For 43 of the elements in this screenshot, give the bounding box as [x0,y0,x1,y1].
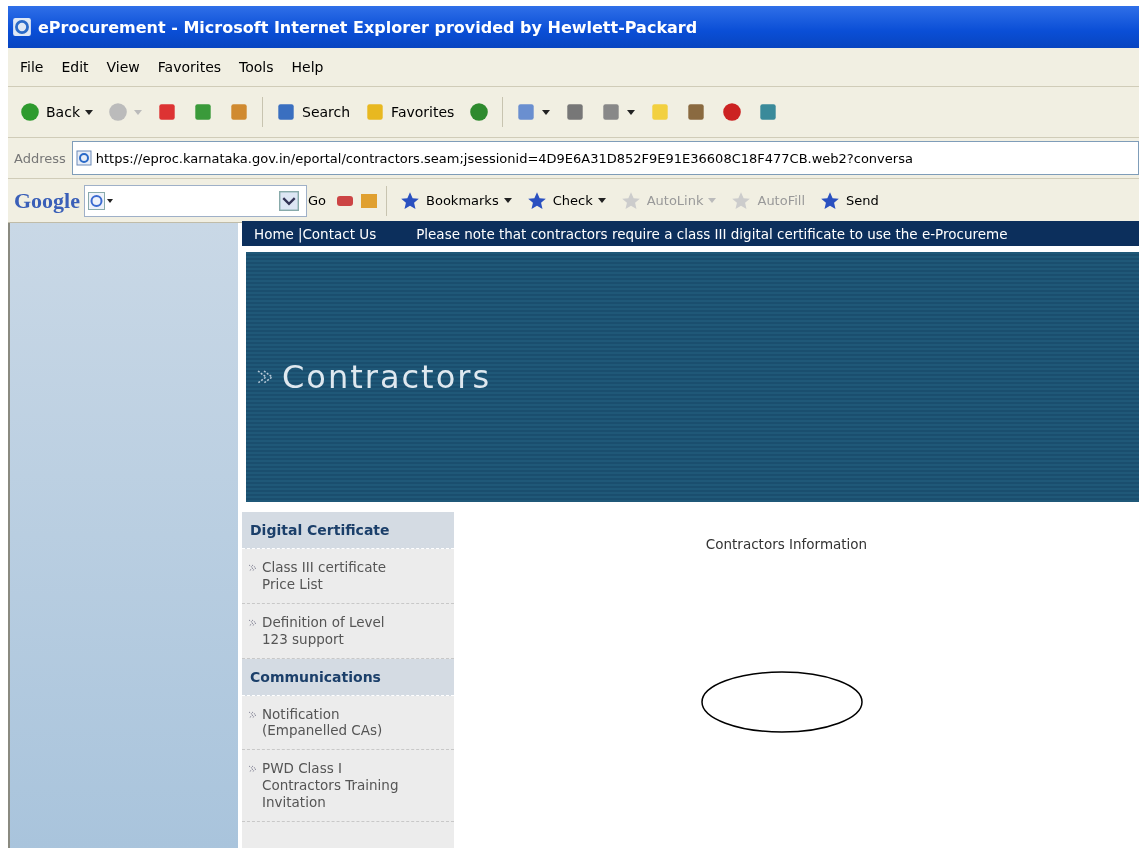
menu-item[interactable]: Help [283,59,332,75]
sidebar-link[interactable]: Class III certificate Price List [242,549,454,604]
caret-icon [708,198,717,203]
menu-item[interactable]: View [98,59,148,75]
google-logo: Google [14,187,80,214]
search-field[interactable] [84,184,307,217]
window-title: eProcurement - Microsoft Internet Explorer provided by Hewlett-Packard [38,17,698,37]
menu-item[interactable]: Edit [53,59,97,75]
content-title: Contractors Information [705,536,868,552]
sidebar-link[interactable]: PWD Class I Contractors Training Invitation [242,750,454,822]
menu-item[interactable]: Favorites [149,59,230,75]
nav-link[interactable]: |Contact Us [297,225,377,242]
sidebar-link[interactable]: Notification (Empanelled CAs) [242,695,454,751]
arrow-icon [248,709,258,720]
address-label: Address [14,150,66,166]
section-heading: Communications [242,658,454,696]
address-field[interactable]: https://eproc.karnataka.gov.in/eportal/contractors.seam;jsessionid=4D9E6A31D852F9E91E36608C18F477CB.web2?conversa [71,141,1139,175]
caret-icon [597,198,606,203]
sidebar-link[interactable]: Definition of Level 123 support [242,603,454,659]
search-engine-icon[interactable] [88,191,114,210]
toolbar-button[interactable]: Favorites [359,99,460,125]
go-button[interactable]: Go [303,191,332,210]
arrow-icon [248,764,258,775]
banner-title: Contractors [282,358,492,396]
arrow-icon [248,617,258,628]
dropdown-icon[interactable] [279,190,299,211]
toolbar-button[interactable]: Check [520,187,611,214]
caret-icon [85,109,93,115]
caret-icon [134,109,142,115]
toolbar-button[interactable]: Bookmarks [394,187,517,214]
caret-icon [503,198,512,203]
notice-text: Please note that contractors require a class III digital certificate to use the e-Procureme [416,225,1008,242]
arrow-icon [248,563,258,573]
browser-icon [12,17,32,37]
toolbar-button[interactable]: Send [814,187,884,214]
menu-item[interactable]: Tools [231,59,282,75]
nav-link[interactable]: Home [254,225,294,242]
caret-icon [627,109,636,115]
toolbar-button[interactable]: Back [14,99,98,125]
section-heading: Digital Certificate [242,512,454,549]
toolbar-button[interactable]: Search [270,99,356,125]
menu-item[interactable]: File [12,59,52,75]
caret-icon [542,109,551,115]
